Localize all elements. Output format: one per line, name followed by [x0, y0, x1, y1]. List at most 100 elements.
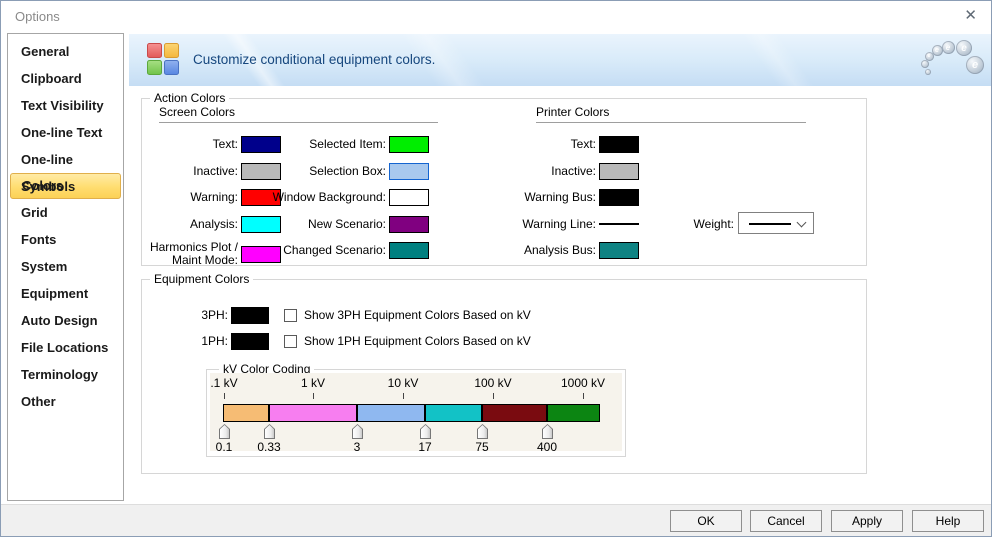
kv-axis-tick	[583, 393, 584, 399]
kv-marker-value-3: 3	[337, 440, 377, 454]
line-weight-sample	[749, 223, 791, 225]
printer-row-inactive: Inactive:	[512, 162, 639, 180]
kv-marker-value-0-1: 0.1	[204, 440, 244, 454]
help-button[interactable]: Help	[912, 510, 984, 532]
close-icon[interactable]: ✕	[964, 8, 977, 24]
sidebar-item-system[interactable]: System	[8, 253, 123, 280]
printer-swatch-analysis-bus[interactable]	[599, 242, 639, 259]
screen-swatch-window-background[interactable]	[389, 189, 429, 206]
printer-colors-heading: Printer Colors	[536, 105, 609, 119]
screen-label-window-background: Window Background:	[261, 191, 386, 204]
apply-button[interactable]: Apply	[831, 510, 903, 532]
equipment-label-1ph: 1PH:	[142, 335, 228, 348]
screen-row-changed-scenario: Changed Scenario:	[261, 241, 429, 259]
kv-marker-17[interactable]	[420, 424, 431, 439]
screen-label-text: Text:	[142, 138, 238, 151]
sidebar-item-one-line-symbols[interactable]: One-line Symbols	[8, 146, 123, 173]
screen-label-analysis: Analysis:	[142, 218, 238, 231]
kv-marker-0-33[interactable]	[264, 424, 275, 439]
printer-label-warning-line: Warning Line:	[512, 218, 596, 231]
kv-marker-0-1[interactable]	[219, 424, 230, 439]
green-square-icon	[147, 60, 162, 75]
equipment-row-3ph: 3PH: Show 3PH Equipment Colors Based on k…	[142, 306, 531, 324]
sidebar-item-grid[interactable]: Grid	[8, 199, 123, 226]
checkbox-show-1ph-equipment-colors-based-on-kv[interactable]	[284, 335, 297, 348]
kv-segment-5	[483, 405, 548, 421]
kv-axis-tick	[403, 393, 404, 399]
kv-axis-label-1000-kv: 1000 kV	[551, 376, 615, 390]
kv-axis-tick	[224, 393, 225, 399]
sidebar-item-equipment[interactable]: Equipment	[8, 280, 123, 307]
screen-label-inactive: Inactive:	[142, 165, 238, 178]
sidebar-item-file-locations[interactable]: File Locations	[8, 334, 123, 361]
sidebar-item-one-line-text[interactable]: One-line Text	[8, 119, 123, 146]
printer-label-warning-bus: Warning Bus:	[512, 191, 596, 204]
printer-label-inactive: Inactive:	[512, 165, 596, 178]
kv-marker-400[interactable]	[542, 424, 553, 439]
sidebar: GeneralClipboardText VisibilityOne-line …	[7, 33, 124, 501]
color-grid-icon	[147, 43, 181, 77]
printer-swatch-text[interactable]	[599, 136, 639, 153]
red-square-icon	[147, 43, 162, 58]
amber-square-icon	[164, 43, 179, 58]
checkbox-show-3ph-equipment-colors-based-on-kv[interactable]	[284, 309, 297, 322]
printer-swatch-warning-bus[interactable]	[599, 189, 639, 206]
banner-text: Customize conditional equipment colors.	[193, 52, 435, 67]
sidebar-item-fonts[interactable]: Fonts	[8, 226, 123, 253]
screen-label-selected-item: Selected Item:	[261, 138, 386, 151]
checkbox-label-show-3ph-equipment-colors-based-on-kv: Show 3PH Equipment Colors Based on kV	[304, 308, 531, 322]
printer-swatch-inactive[interactable]	[599, 163, 639, 180]
sidebar-item-clipboard[interactable]: Clipboard	[8, 65, 123, 92]
printer-label-analysis-bus: Analysis Bus:	[512, 244, 596, 257]
printer-label-text: Text:	[512, 138, 596, 151]
printer-row-warning-line: Warning Line:	[512, 215, 639, 233]
weight-dropdown[interactable]	[738, 212, 814, 234]
screen-colors-divider	[159, 122, 438, 123]
e-bubble-icon	[925, 69, 931, 75]
equipment-label-3ph: 3PH:	[142, 309, 228, 322]
kv-color-bar	[223, 404, 600, 422]
screen-label-harmonics-plot-maint-mode: Harmonics Plot / Maint Mode:	[142, 241, 238, 267]
checkbox-label-show-1ph-equipment-colors-based-on-kv: Show 1PH Equipment Colors Based on kV	[304, 334, 531, 348]
sidebar-item-auto-design[interactable]: Auto Design	[8, 307, 123, 334]
sidebar-item-text-visibility[interactable]: Text Visibility	[8, 92, 123, 119]
kv-marker-value-17: 17	[405, 440, 445, 454]
e-bubble-icon: e	[966, 56, 984, 74]
kv-axis-label-1-kv: .1 kV	[192, 376, 256, 390]
kv-marker-75[interactable]	[477, 424, 488, 439]
kv-axis-tick	[313, 393, 314, 399]
equipment-colors-legend: Equipment Colors	[150, 272, 253, 286]
kv-segment-6	[548, 405, 599, 421]
kv-marker-3[interactable]	[352, 424, 363, 439]
screen-swatch-changed-scenario[interactable]	[389, 242, 429, 259]
sidebar-item-general[interactable]: General	[8, 38, 123, 65]
screen-swatch-new-scenario[interactable]	[389, 216, 429, 233]
printer-row-warning-bus: Warning Bus:	[512, 188, 639, 206]
warning-line-sample	[599, 223, 639, 225]
equipment-swatch-3ph[interactable]	[231, 307, 269, 324]
chevron-down-icon	[797, 218, 807, 228]
sidebar-item-other[interactable]: Other	[8, 388, 123, 415]
screen-swatch-selection-box[interactable]	[389, 163, 429, 180]
printer-colors-divider	[536, 122, 806, 123]
ok-button[interactable]: OK	[670, 510, 742, 532]
kv-axis-label-100-kv: 100 kV	[461, 376, 525, 390]
sidebar-item-terminology[interactable]: Terminology	[8, 361, 123, 388]
options-dialog: Options ✕ GeneralClipboardText Visibilit…	[0, 0, 992, 537]
banner-streak	[729, 34, 840, 86]
blue-square-icon	[164, 60, 179, 75]
action-colors-legend: Action Colors	[150, 91, 229, 105]
kv-axis-tick	[493, 393, 494, 399]
screen-label-warning: Warning:	[142, 191, 238, 204]
kv-segment-1	[224, 405, 270, 421]
screen-row-selection-box: Selection Box:	[261, 162, 429, 180]
screen-row-new-scenario: New Scenario:	[261, 215, 429, 233]
kv-marker-value-400: 400	[527, 440, 567, 454]
screen-label-selection-box: Selection Box:	[261, 165, 386, 178]
screen-row-selected-item: Selected Item:	[261, 135, 429, 153]
equipment-swatch-1ph[interactable]	[231, 333, 269, 350]
screen-swatch-selected-item[interactable]	[389, 136, 429, 153]
cancel-button[interactable]: Cancel	[750, 510, 822, 532]
kv-axis-label-10-kv: 10 kV	[371, 376, 435, 390]
weight-label: Weight:	[681, 217, 734, 231]
